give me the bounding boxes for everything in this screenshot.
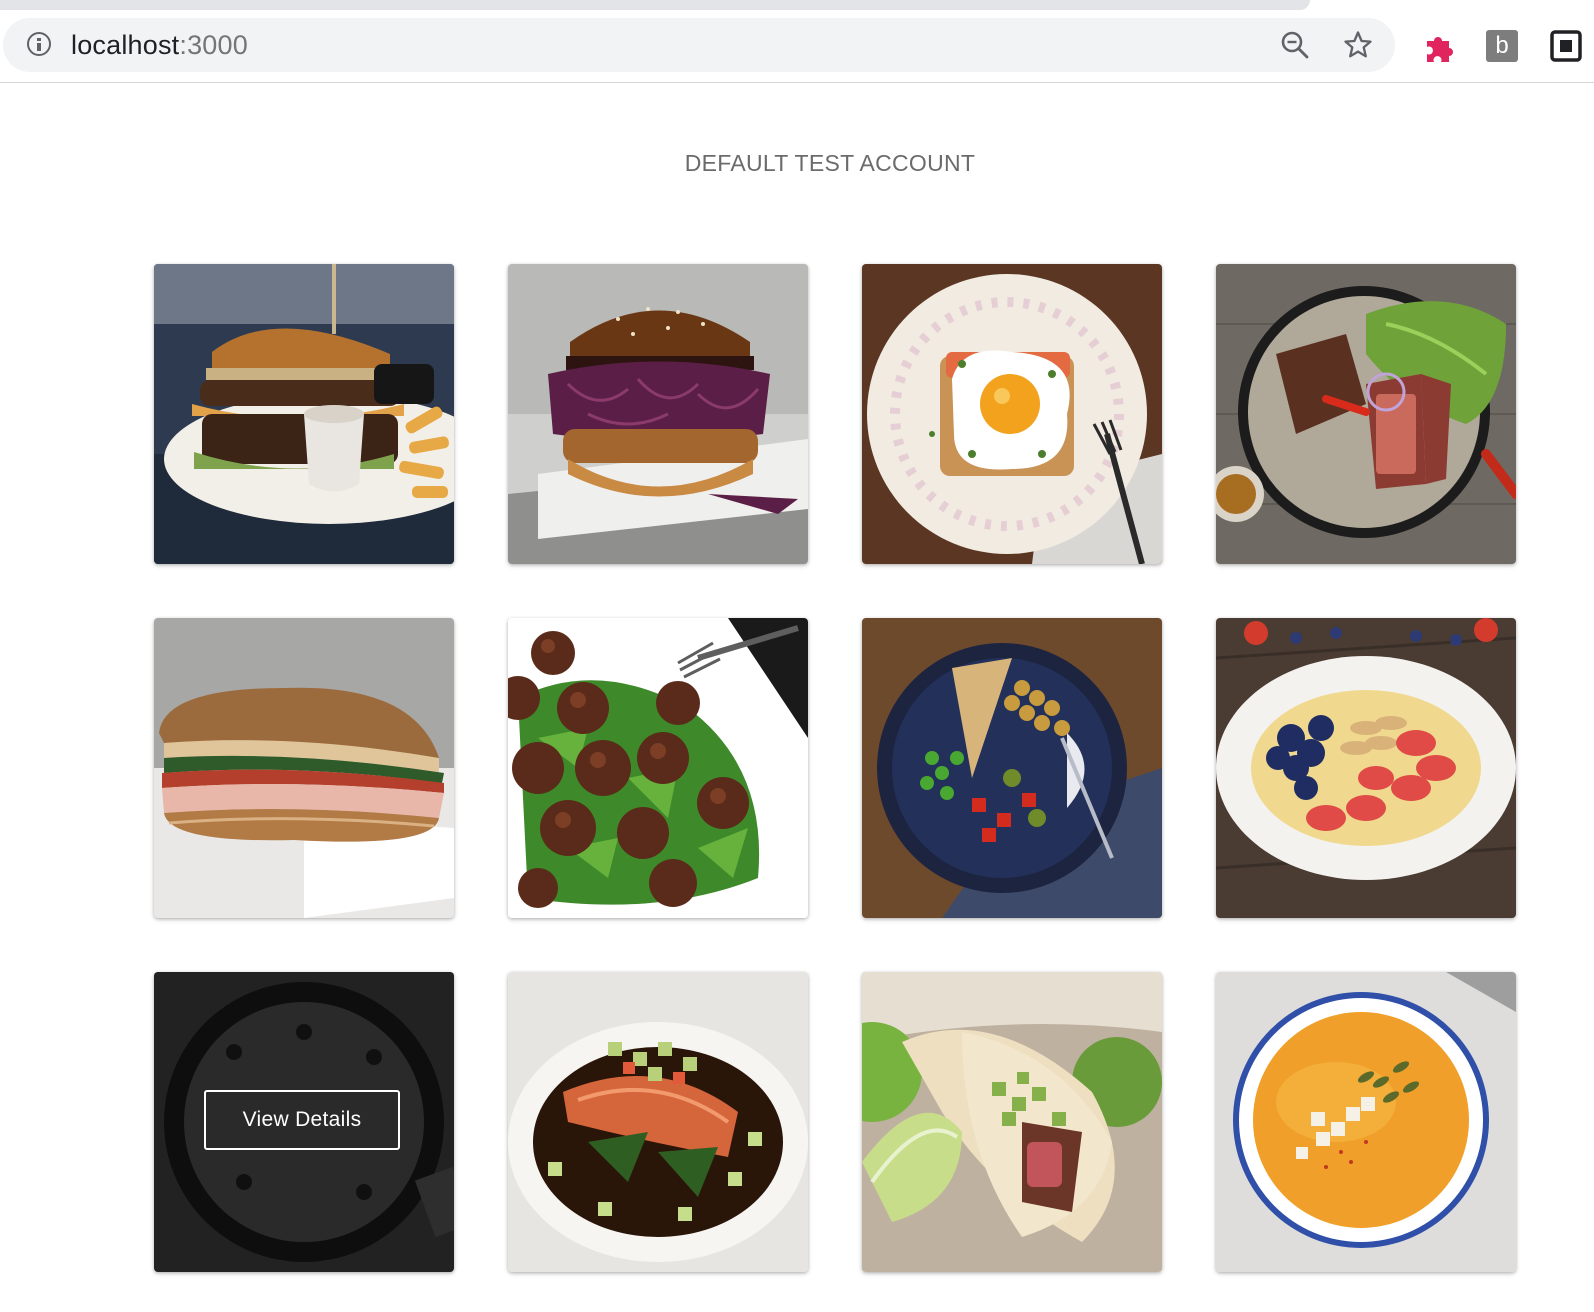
recipe-card-soup[interactable] <box>1216 972 1516 1272</box>
recipe-card-veggie-bowl[interactable] <box>862 618 1162 918</box>
view-details-button[interactable]: View Details <box>204 1090 400 1150</box>
info-icon[interactable] <box>27 32 51 56</box>
recipe-card-slaw-burger[interactable] <box>508 264 808 564</box>
sandwich-photo <box>154 618 454 918</box>
recipe-card-burger-fries[interactable] <box>154 264 454 564</box>
extensions-puzzle-icon[interactable] <box>1422 30 1456 64</box>
tacos-photo <box>862 972 1162 1272</box>
recipe-card-tacos[interactable] <box>862 972 1162 1272</box>
recipe-card-sandwich[interactable] <box>154 618 454 918</box>
soup-photo <box>1216 972 1516 1272</box>
burger-fries-photo <box>154 264 454 564</box>
page-title: DEFAULT TEST ACCOUNT <box>684 150 976 176</box>
tab-strip <box>0 0 1594 10</box>
recipe-card-salmon[interactable] <box>508 972 808 1272</box>
address-bar[interactable]: localhost:3000 <box>3 18 1395 72</box>
recipe-card-steak-salad[interactable] <box>1216 264 1516 564</box>
meatballs-photo <box>508 618 808 918</box>
salmon-photo <box>508 972 808 1272</box>
recipe-card-egg-toast[interactable] <box>862 264 1162 564</box>
recipe-card-meatballs[interactable] <box>508 618 808 918</box>
recipe-card-skillet[interactable]: View Details <box>154 972 454 1272</box>
url-host: localhost <box>71 30 180 60</box>
porridge-photo <box>1216 618 1516 918</box>
bookmark-star-icon[interactable] <box>1343 30 1373 60</box>
active-tab[interactable] <box>0 0 1310 10</box>
egg-toast-photo <box>862 264 1162 564</box>
recipe-card-porridge[interactable] <box>1216 618 1516 918</box>
extension-b-icon[interactable]: b <box>1486 30 1518 62</box>
url-text[interactable]: localhost:3000 <box>71 30 248 60</box>
veggie-bowl-photo <box>862 618 1162 918</box>
browser-toolbar: localhost:3000 b <box>0 10 1594 83</box>
extension-frame-icon[interactable] <box>1550 30 1582 62</box>
steak-salad-photo <box>1216 264 1516 564</box>
zoom-out-icon[interactable] <box>1280 30 1310 60</box>
url-port: :3000 <box>179 30 248 60</box>
slaw-burger-photo <box>508 264 808 564</box>
